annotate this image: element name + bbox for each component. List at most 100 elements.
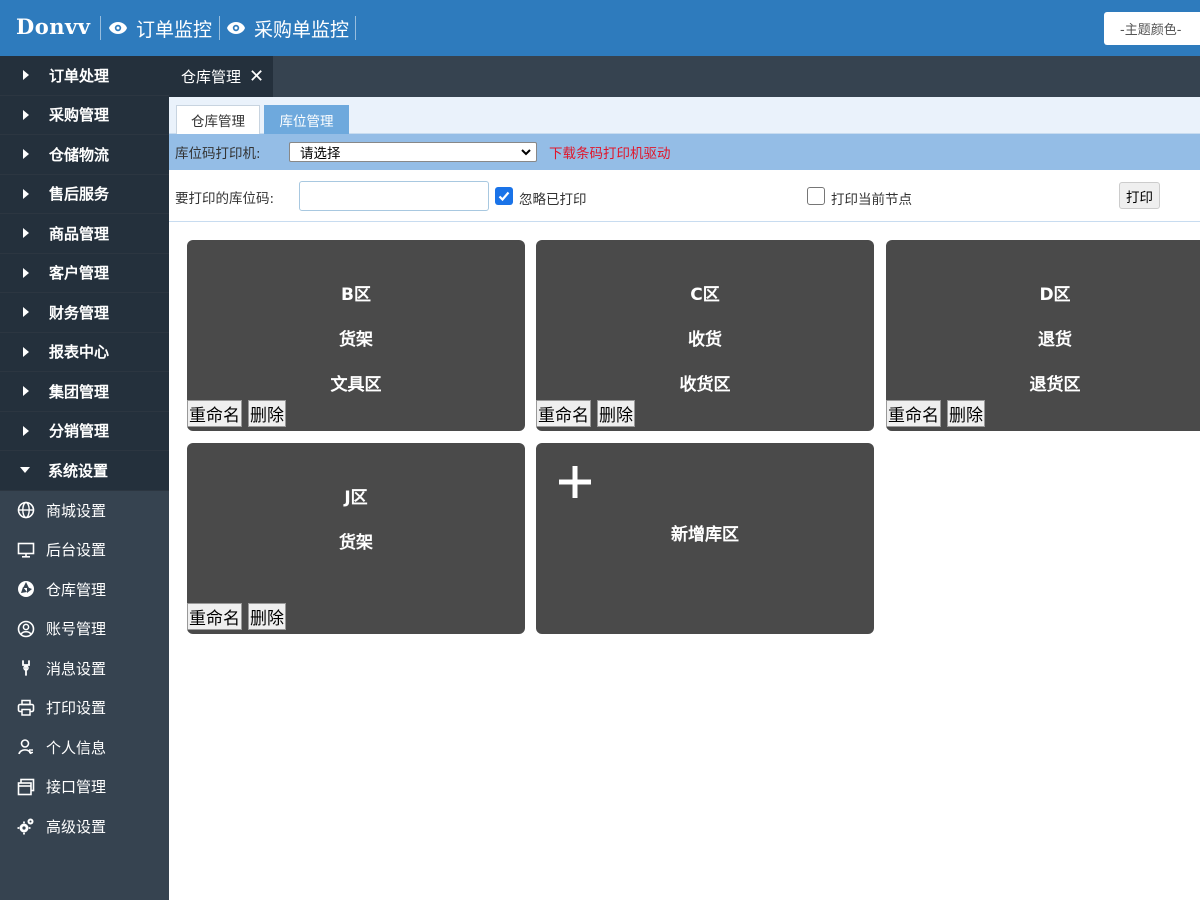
- zone-code: C区: [690, 285, 720, 305]
- sidebar-item-label: 个人信息: [46, 738, 107, 757]
- sidebar-menu-label: 采购管理: [49, 106, 110, 125]
- eye-icon: [109, 22, 127, 34]
- sidebar-item-label: 仓库管理: [46, 580, 107, 599]
- ignore-printed-label: 忽略已打印: [519, 192, 587, 208]
- ignore-printed-checkbox[interactable]: [495, 187, 513, 205]
- print-current-node-label: 打印当前节点: [831, 192, 912, 208]
- windows-icon: [16, 777, 36, 797]
- check-icon: [498, 191, 510, 202]
- delete-button[interactable]: 删除: [947, 400, 985, 427]
- sidebar-item-warehouse-management[interactable]: 仓库管理: [0, 570, 169, 610]
- location-code-row: 要打印的库位码: 忽略已打印 打印当前节点 打印: [169, 170, 1200, 222]
- top-bar: Donvv 订单监控 采购单监控 -主题颜色-: [0, 0, 1200, 56]
- zone-card[interactable]: J区 货架 重命名 删除: [187, 443, 525, 634]
- order-monitor-label: 订单监控: [136, 18, 213, 41]
- sidebar-item-label: 消息设置: [46, 659, 107, 678]
- zone-type: 退货: [1038, 330, 1072, 350]
- sidebar-menu-purchase[interactable]: 采购管理: [0, 95, 169, 135]
- sidebar-item-account-management[interactable]: 账号管理: [0, 609, 169, 649]
- zone-card[interactable]: C区 收货 收货区 重命名 删除: [536, 240, 874, 431]
- add-zone-card[interactable]: 新增库区: [536, 443, 874, 634]
- printer-select[interactable]: 请选择: [289, 142, 537, 162]
- page-tab-warehouse[interactable]: 仓库管理 ✕: [169, 56, 273, 97]
- sidebar-item-print-settings[interactable]: 打印设置: [0, 688, 169, 728]
- theme-color-button[interactable]: -主题颜色-: [1104, 12, 1200, 45]
- delete-button[interactable]: 删除: [248, 603, 286, 630]
- wrench-icon: [16, 658, 36, 678]
- sidebar-menu-reports[interactable]: 报表中心: [0, 332, 169, 372]
- sub-tab-bar: 仓库管理 库位管理: [169, 97, 1200, 134]
- printer-icon: [16, 698, 36, 718]
- caret-right-icon: [23, 307, 29, 318]
- download-driver-link[interactable]: 下载条码打印机驱动: [549, 142, 671, 162]
- tab-warehouse-management[interactable]: 仓库管理: [176, 105, 260, 134]
- zone-card-grid: B区 货架 文具区 重命名 删除 C区 收货 收货区 重命名 删除 D区 退货 …: [169, 223, 1200, 900]
- sidebar-item-advanced-settings[interactable]: 高级设置: [0, 807, 169, 847]
- sidebar-menu-products[interactable]: 商品管理: [0, 214, 169, 254]
- user-icon: [16, 737, 36, 757]
- page-tab-label: 仓库管理: [181, 68, 242, 86]
- order-monitor-link[interactable]: 订单监控: [108, 0, 212, 56]
- sidebar-item-api-management[interactable]: 接口管理: [0, 767, 169, 807]
- printer-select-value: 请选择: [300, 146, 341, 162]
- sidebar-menu-customers[interactable]: 客户管理: [0, 253, 169, 293]
- divider: [219, 16, 220, 40]
- aperture-icon: [16, 579, 36, 599]
- printer-row: 库位码打印机: 请选择 下载条码打印机驱动: [169, 134, 1200, 170]
- sidebar-item-label: 高级设置: [46, 817, 107, 836]
- rename-button[interactable]: 重命名: [187, 400, 242, 427]
- gears-icon: [16, 816, 36, 836]
- delete-button[interactable]: 删除: [248, 400, 286, 427]
- print-button[interactable]: 打印: [1119, 182, 1160, 209]
- rename-button[interactable]: 重命名: [187, 603, 242, 630]
- zone-name: 收货区: [679, 375, 731, 395]
- zone-code: D区: [1039, 285, 1071, 305]
- caret-right-icon: [23, 109, 29, 120]
- purchase-monitor-link[interactable]: 采购单监控: [226, 0, 349, 56]
- sidebar-menu-label: 仓储物流: [49, 145, 110, 164]
- caret-right-icon: [23, 149, 29, 160]
- sidebar-item-label: 商城设置: [46, 501, 107, 520]
- location-code-input[interactable]: [299, 181, 489, 211]
- zone-name: 退货区: [1029, 375, 1081, 395]
- sidebar-menu-label: 商品管理: [49, 224, 110, 243]
- zone-card[interactable]: D区 退货 退货区 重命名 删除: [886, 240, 1200, 431]
- sidebar-menu-label: 售后服务: [49, 185, 110, 204]
- location-code-label: 要打印的库位码:: [175, 191, 275, 207]
- caret-right-icon: [23, 70, 29, 81]
- sidebar-item-mall-settings[interactable]: 商城设置: [0, 491, 169, 531]
- sidebar-item-backend-settings[interactable]: 后台设置: [0, 530, 169, 570]
- zone-type: 货架: [339, 330, 373, 350]
- sidebar-item-message-settings[interactable]: 消息设置: [0, 649, 169, 689]
- sidebar-menu-after-sales[interactable]: 售后服务: [0, 174, 169, 214]
- print-current-node-checkbox[interactable]: [807, 187, 825, 205]
- sidebar-menu-label: 订单处理: [49, 66, 110, 85]
- rename-button[interactable]: 重命名: [886, 400, 941, 427]
- delete-button[interactable]: 删除: [597, 400, 635, 427]
- caret-right-icon: [23, 267, 29, 278]
- zone-code: J区: [344, 488, 368, 508]
- caret-right-icon: [23, 386, 29, 397]
- sidebar-menu-warehouse-logistics[interactable]: 仓储物流: [0, 135, 169, 175]
- caret-right-icon: [23, 346, 29, 357]
- caret-right-icon: [23, 425, 29, 436]
- sidebar-menu-order[interactable]: 订单处理: [0, 56, 169, 96]
- sidebar-item-personal-info[interactable]: 个人信息: [0, 728, 169, 768]
- zone-card[interactable]: B区 货架 文具区 重命名 删除: [187, 240, 525, 431]
- sidebar-menu-label: 报表中心: [49, 343, 110, 362]
- sidebar-menu-system-settings[interactable]: 系统设置: [0, 451, 169, 491]
- tab-location-management[interactable]: 库位管理: [264, 105, 349, 134]
- divider: [355, 16, 356, 40]
- chevron-down-icon: [521, 149, 531, 156]
- close-icon[interactable]: ✕: [249, 67, 264, 86]
- page-tab-strip: 仓库管理 ✕: [169, 56, 1200, 97]
- sidebar-menu-finance[interactable]: 财务管理: [0, 293, 169, 333]
- sidebar-item-label: 打印设置: [46, 699, 107, 718]
- sidebar-menu-label: 客户管理: [49, 264, 110, 283]
- sidebar-menu-distribution[interactable]: 分销管理: [0, 411, 169, 451]
- add-zone-label: 新增库区: [671, 525, 739, 545]
- sidebar-menu-group[interactable]: 集团管理: [0, 372, 169, 412]
- purchase-monitor-label: 采购单监控: [254, 18, 350, 41]
- rename-button[interactable]: 重命名: [536, 400, 591, 427]
- user-circle-icon: [16, 619, 36, 639]
